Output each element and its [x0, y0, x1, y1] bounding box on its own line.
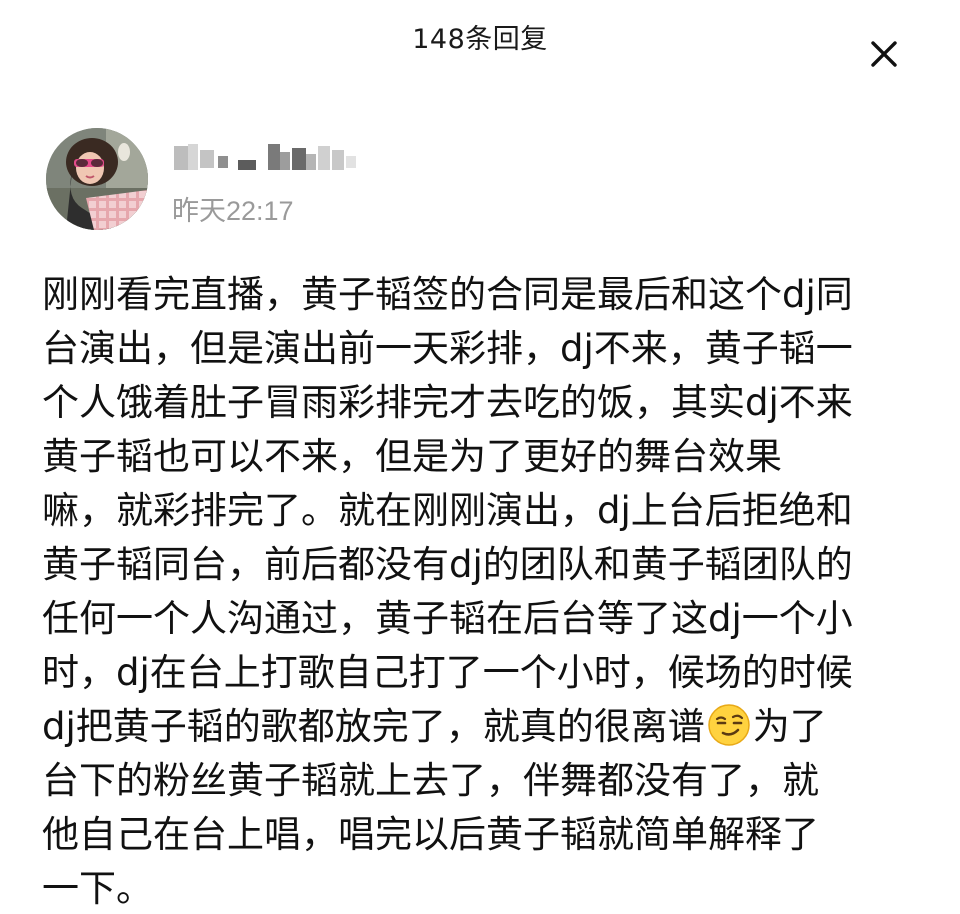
comment-timestamp: 昨天22:17 — [172, 196, 294, 226]
comment-line: 他自己在台上唱，唱完以后黄子韬就简单解释了 — [42, 813, 819, 856]
comment-line: 个人饿着肚子冒雨彩排完才去吃的饭，其实dj不来 — [42, 381, 853, 424]
close-icon — [871, 41, 897, 67]
comment-line: 黄子韬同台，前后都没有dj的团队和黄子韬团队的 — [42, 543, 853, 586]
comment-text-segment: 为了 — [752, 705, 827, 748]
comment-line: 台下的粉丝黄子韬就上去了，伴舞都没有了，就 — [42, 759, 819, 802]
comment-line: 台演出，但是演出前一天彩排，dj不来，黄子韬一 — [42, 327, 853, 370]
comment-text-segment: dj把黄子韬的歌都放完了，就真的很离谱 — [42, 705, 705, 748]
comment-line: 刚刚看完直播，黄子韬签的合同是最后和这个dj同 — [42, 273, 853, 316]
comment-line: 一下。 — [42, 867, 153, 910]
blurred-username[interactable] — [172, 138, 372, 178]
close-button[interactable] — [860, 30, 908, 78]
comment-line: 时，dj在台上打歌自己打了一个小时，候场的时候 — [42, 651, 853, 694]
comment-line: 嘛，就彩排完了。就在刚刚演出，dj上台后拒绝和 — [42, 489, 853, 532]
comment-body: 刚刚看完直播，黄子韬签的合同是最后和这个dj同 台演出，但是演出前一天彩排，dj… — [42, 268, 922, 914]
avatar[interactable] — [46, 128, 148, 230]
replies-count-title: 148条回复 — [412, 24, 548, 55]
comment-line-with-emoji: dj把黄子韬的歌都放完了，就真的很离谱 为了 — [42, 700, 922, 754]
comment-line: 任何一个人沟通过，黄子韬在后台等了这dj一个小 — [42, 597, 853, 640]
comment-line: 黄子韬也可以不来，但是为了更好的舞台效果 — [42, 435, 782, 478]
reply-sheet: 148条回复 昨天22:17 刚刚看完直播，黄子韬签的合同是最后和这个dj同 台… — [0, 0, 960, 914]
comment-header: 昨天22:17 — [46, 128, 906, 238]
smirk-emoji-icon — [707, 703, 751, 747]
